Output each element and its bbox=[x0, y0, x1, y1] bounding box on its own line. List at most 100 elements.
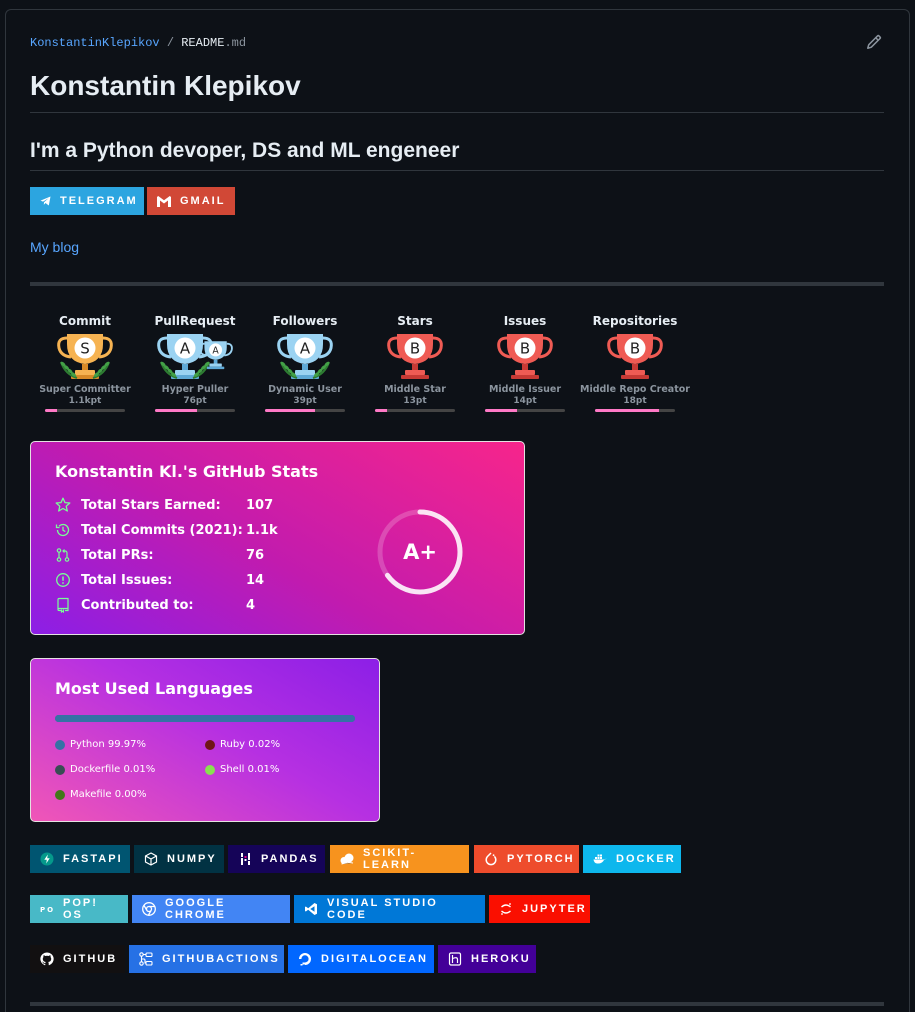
blog-link[interactable]: My blog bbox=[30, 239, 79, 255]
svg-text:S: S bbox=[80, 340, 90, 358]
pull-request-icon bbox=[56, 548, 70, 562]
badge-label: GITHUB bbox=[63, 953, 118, 965]
language-name: Shell bbox=[220, 764, 245, 775]
github-actions-icon bbox=[139, 952, 153, 966]
svg-text:A: A bbox=[212, 345, 219, 356]
repo-icon bbox=[57, 597, 69, 613]
pandas-icon bbox=[238, 852, 252, 866]
breadcrumb-ext: .md bbox=[224, 36, 247, 50]
badge-label: POP! OS bbox=[63, 897, 98, 921]
stat-value: 4 bbox=[246, 597, 256, 613]
trophy-title: Middle Star bbox=[384, 384, 446, 395]
githubactions-badge[interactable]: GITHUBACTIONS bbox=[129, 945, 284, 973]
trophy-points: 1.1kpt bbox=[68, 396, 102, 406]
stat-value: 107 bbox=[246, 497, 274, 513]
stat-value: 1.1k bbox=[246, 522, 278, 538]
language-percent: 0.02% bbox=[248, 739, 281, 750]
most-used-languages-card: Most Used Languages Python 99.97% Ruby 0… bbox=[30, 658, 380, 822]
gmail-icon bbox=[157, 194, 171, 208]
pytorch-icon bbox=[484, 852, 498, 866]
trophy-cup-icon: A bbox=[277, 334, 333, 379]
stat-label: Total Issues: bbox=[81, 572, 173, 588]
stat-label: Total PRs: bbox=[81, 547, 154, 563]
language-percent: 0.00% bbox=[114, 789, 147, 800]
trophy-cup-icon: B bbox=[387, 334, 443, 379]
trophy-issues: Issues B Middle Issuer 14pt bbox=[470, 314, 580, 412]
badge-label: VISUAL STUDIO CODE bbox=[327, 897, 438, 921]
gmail-badge[interactable]: GMAIL bbox=[147, 187, 235, 215]
github-icon bbox=[40, 952, 54, 966]
digitalocean-icon bbox=[298, 952, 312, 966]
stat-label: Contributed to: bbox=[81, 597, 194, 613]
trophy-category: Stars bbox=[397, 314, 433, 328]
star-icon bbox=[55, 497, 71, 512]
language-percent: 0.01% bbox=[247, 764, 280, 775]
badge-label: DOCKER bbox=[616, 853, 676, 865]
languages-progress-bar bbox=[55, 715, 355, 722]
language-item: Dockerfile 0.01% bbox=[55, 764, 155, 775]
language-name: Dockerfile bbox=[70, 764, 121, 775]
numpy-badge[interactable]: NUMPY bbox=[134, 845, 224, 873]
trophy-title: Hyper Puller bbox=[161, 384, 229, 395]
pytorch-badge[interactable]: PYTORCH bbox=[474, 845, 579, 873]
trophy-cup-icon: B bbox=[497, 334, 553, 379]
pop-os-badge[interactable]: Pop POP! OS bbox=[30, 895, 128, 923]
title-divider bbox=[30, 112, 884, 113]
section-divider-bottom bbox=[30, 1002, 884, 1006]
trophy-category: Commit bbox=[59, 314, 111, 328]
gmail-badge-label: GMAIL bbox=[180, 195, 226, 207]
language-color-dot bbox=[55, 739, 65, 750]
badge-label: HEROKU bbox=[471, 953, 531, 965]
numpy-icon bbox=[144, 852, 158, 866]
trophy-category: Issues bbox=[503, 314, 547, 328]
badge-label: DIGITALOCEAN bbox=[321, 953, 428, 965]
breadcrumb-file: README bbox=[181, 36, 225, 50]
jupyter-icon bbox=[499, 902, 513, 916]
scikit-learn-badge[interactable]: SCIKIT-LEARN bbox=[330, 845, 469, 873]
badge-label: NUMPY bbox=[167, 853, 217, 865]
trophy-pullrequest: PullRequest A A Hyper Puller 76pt bbox=[140, 314, 250, 412]
pandas-badge[interactable]: PANDAS bbox=[228, 845, 325, 873]
subtitle-divider bbox=[30, 170, 884, 171]
language-item: Shell 0.01% bbox=[205, 764, 279, 775]
stat-row-commits: Total Commits (2021): 1.1k bbox=[55, 521, 278, 539]
breadcrumb-user-link[interactable]: KonstantinKlepikov bbox=[30, 36, 160, 50]
docker-badge[interactable]: DOCKER bbox=[583, 845, 681, 873]
trophy-progress-bar bbox=[45, 409, 125, 412]
page-subtitle: I'm a Python devoper, DS and ML engeneer bbox=[30, 139, 460, 162]
vscode-icon bbox=[304, 902, 318, 916]
visual-studio-code-badge[interactable]: VISUAL STUDIO CODE bbox=[294, 895, 485, 923]
language-color-dot bbox=[205, 764, 215, 775]
telegram-badge[interactable]: TELEGRAM bbox=[30, 187, 144, 215]
trophy-title: Middle Repo Creator bbox=[580, 384, 690, 395]
trophy-repositories: Repositories B Middle Repo Creator 18pt bbox=[580, 314, 690, 412]
trophy-cup-icon: S bbox=[57, 334, 113, 379]
language-name: Python bbox=[70, 739, 105, 750]
svg-text:Pop: Pop bbox=[40, 906, 54, 914]
badge-label: GOOGLE CHROME bbox=[165, 897, 226, 921]
trophy-points: 76pt bbox=[183, 396, 207, 406]
trophy-commit: Commit S Super Committer 1.1kpt bbox=[30, 314, 140, 412]
stats-card-title: Konstantin Kl.'s GitHub Stats bbox=[55, 462, 319, 481]
digitalocean-badge[interactable]: DIGITALOCEAN bbox=[288, 945, 434, 973]
svg-text:A: A bbox=[300, 340, 311, 358]
language-name: Ruby bbox=[220, 739, 246, 750]
trophy-points: 13pt bbox=[403, 396, 427, 406]
trophy-progress-bar bbox=[485, 409, 565, 412]
pencil-icon[interactable] bbox=[866, 34, 884, 52]
badge-label: PYTORCH bbox=[507, 853, 575, 865]
google-chrome-badge[interactable]: GOOGLE CHROME bbox=[132, 895, 290, 923]
trophy-cup-icon: AA bbox=[157, 334, 233, 379]
language-color-dot bbox=[55, 789, 65, 800]
issue-icon bbox=[56, 573, 70, 587]
fastapi-badge[interactable]: FASTAPI bbox=[30, 845, 130, 873]
jupyter-badge[interactable]: JUPYTER bbox=[489, 895, 590, 923]
badge-label: PANDAS bbox=[261, 853, 319, 865]
github-badge[interactable]: GITHUB bbox=[30, 945, 125, 973]
page-title: Konstantin Klepikov bbox=[30, 70, 301, 101]
trophy-points: 39pt bbox=[293, 396, 317, 406]
heroku-badge[interactable]: HEROKU bbox=[438, 945, 536, 973]
fastapi-icon bbox=[40, 852, 54, 866]
language-item: Makefile 0.00% bbox=[55, 789, 147, 800]
badge-label: SCIKIT-LEARN bbox=[363, 847, 417, 871]
